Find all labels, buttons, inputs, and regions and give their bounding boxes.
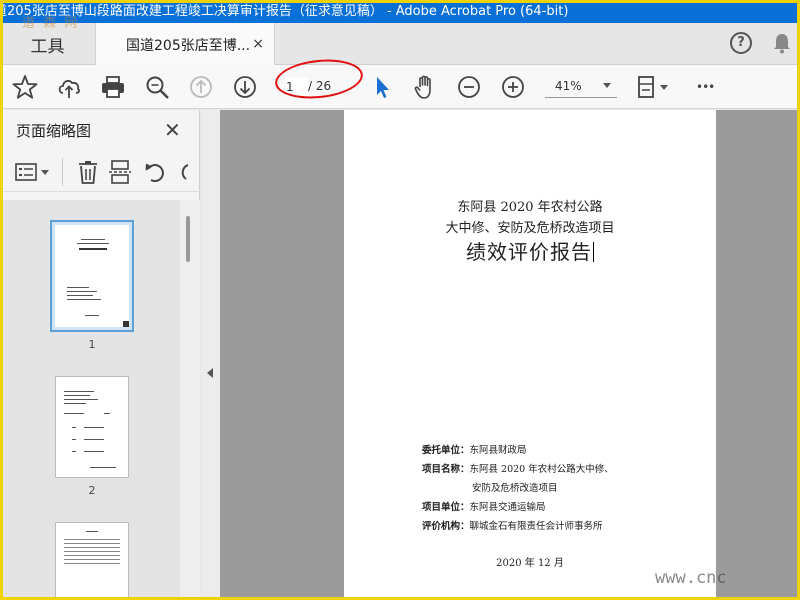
- panel-toolbar: [0, 152, 200, 192]
- tab-bar: 工具 国道205张店至博... ×: [0, 23, 800, 66]
- thumbnail-options-icon[interactable]: [14, 160, 52, 184]
- divider: [62, 158, 63, 186]
- tab-close-icon[interactable]: ×: [252, 36, 264, 52]
- page-thumbnail-3[interactable]: [55, 522, 129, 600]
- tab-document-label: 国道205张店至博...: [126, 37, 251, 54]
- pdf-page: 东阿县 2020 年农村公路 大中修、安防及危桥改造项目 绩效评价报告 委托单位…: [344, 110, 716, 600]
- doc-title-line-3: 绩效评价报告: [344, 236, 716, 265]
- window-title: 道205张店至博山段路面改建工程竣工决算审计报告（征求意见稿） - Adobe …: [0, 4, 569, 19]
- window-title-bar: 道205张店至博山段路面改建工程竣工决算审计报告（征求意见稿） - Adobe …: [0, 0, 800, 23]
- zoom-out-icon[interactable]: [456, 74, 482, 100]
- select-cursor-icon[interactable]: [369, 74, 395, 100]
- search-zoom-icon[interactable]: [144, 74, 170, 100]
- rotate-left-icon[interactable]: [142, 159, 168, 185]
- watermark-bottom-right: www.cnc: [655, 568, 727, 588]
- chevron-down-icon: [603, 83, 611, 88]
- info-row: 项目名称：东阿县 2020 年农村公路大中修、: [422, 464, 614, 475]
- close-icon[interactable]: ✕: [164, 118, 181, 142]
- print-icon[interactable]: [100, 74, 126, 100]
- info-row: 委托单位：东阿县财政局: [422, 445, 527, 456]
- thumbnail-label-2: 2: [88, 484, 96, 497]
- page-thumbnail-2[interactable]: [55, 376, 129, 478]
- info-row: 评价机构：聊城金石有限责任会计师事务所: [422, 521, 603, 532]
- panel-title: 页面缩略图: [16, 122, 92, 140]
- doc-title-line-1: 东阿县 2020 年农村公路: [457, 200, 603, 215]
- thumbnail-scrollbar[interactable]: [180, 200, 200, 600]
- thumbnail-list: 1 2: [0, 200, 180, 600]
- zoom-level-select[interactable]: 41%: [545, 74, 617, 98]
- more-icon[interactable]: •••: [696, 80, 722, 106]
- hand-icon[interactable]: [412, 74, 438, 100]
- document-view[interactable]: 东阿县 2020 年农村公路 大中修、安防及危桥改造项目 绩效评价报告 委托单位…: [220, 110, 800, 600]
- info-row: 项目单位：东阿县交通运输局: [422, 502, 546, 513]
- page-navigator: / 26: [280, 74, 360, 98]
- chevron-left-icon: [207, 368, 213, 378]
- page-up-icon[interactable]: [188, 74, 214, 100]
- doc-date: 2020 年 12 月: [496, 558, 564, 569]
- page-fit-icon[interactable]: [636, 74, 672, 100]
- thumbnail-label-1: 1: [88, 338, 96, 351]
- doc-title-text: 绩效评价报告: [466, 240, 592, 264]
- scrollbar-thumb[interactable]: [186, 216, 190, 262]
- extract-pages-icon[interactable]: [108, 159, 132, 185]
- star-icon[interactable]: [12, 74, 38, 100]
- page-down-icon[interactable]: [232, 74, 258, 100]
- thumbnails-panel: 页面缩略图 ✕ 1 2: [0, 110, 200, 600]
- tab-document[interactable]: 国道205张店至博... ×: [95, 23, 275, 66]
- page-total: / 26: [308, 79, 332, 93]
- doc-title-line-2: 大中修、安防及危桥改造项目: [445, 221, 615, 236]
- watermark-top-left: 道 森 网: [22, 16, 80, 31]
- page-number-input[interactable]: [286, 78, 308, 96]
- help-icon[interactable]: ?: [730, 32, 752, 54]
- zoom-level-value: 41%: [555, 79, 582, 93]
- text-caret: [593, 242, 594, 262]
- rotate-right-icon[interactable]: [176, 159, 192, 185]
- trash-icon[interactable]: [76, 159, 100, 185]
- notification-bell-icon[interactable]: [772, 32, 792, 54]
- info-row: 安防及危桥改造项目: [472, 483, 558, 494]
- panel-collapse-handle[interactable]: [201, 110, 220, 600]
- zoom-in-icon[interactable]: [500, 74, 526, 100]
- upload-cloud-icon[interactable]: [56, 74, 82, 100]
- page-thumbnail-1[interactable]: [50, 220, 134, 332]
